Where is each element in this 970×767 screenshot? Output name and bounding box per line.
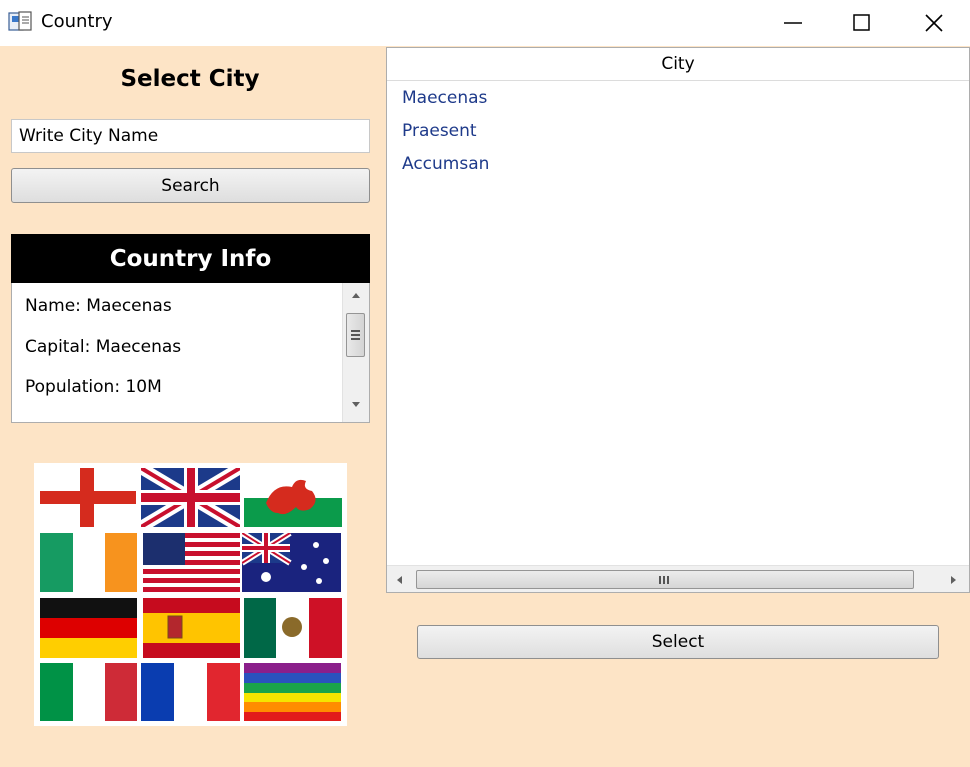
city-name-input[interactable]	[11, 119, 370, 153]
ireland-flag	[40, 533, 137, 592]
maximize-icon	[853, 14, 870, 31]
list-horizontal-scrollbar[interactable]	[387, 565, 969, 592]
england-flag	[40, 468, 136, 527]
australia-flag	[242, 533, 341, 592]
flags-collage-image	[34, 463, 347, 726]
country-info-panel: Name: Maecenas Capital: Maecenas Populat…	[11, 283, 370, 423]
rainbow-flag	[244, 663, 341, 721]
country-info-header: Country Info	[11, 234, 370, 283]
app-icon	[8, 11, 32, 33]
city-list-item[interactable]: Praesent	[402, 121, 477, 141]
scrollbar-thumb[interactable]	[346, 313, 365, 357]
minimize-icon	[784, 22, 802, 24]
country-capital-text: Capital: Maecenas	[25, 337, 182, 357]
country-population-text: Population: 10M	[25, 377, 162, 397]
mexico-flag	[244, 598, 342, 658]
country-name-text: Name: Maecenas	[25, 296, 172, 316]
usa-flag	[143, 533, 240, 592]
france-flag	[141, 663, 240, 721]
close-button[interactable]	[904, 0, 964, 46]
scroll-right-arrow-icon[interactable]	[950, 575, 957, 585]
city-list[interactable]: City Maecenas Praesent Accumsan	[386, 47, 970, 593]
select-city-heading: Select City	[120, 66, 260, 92]
scroll-left-arrow-icon[interactable]	[396, 575, 403, 585]
window-title: Country	[41, 11, 113, 32]
search-button[interactable]: Search	[11, 168, 370, 203]
scrollbar-thumb[interactable]	[416, 570, 914, 589]
uk-flag	[141, 468, 240, 527]
city-column-header[interactable]: City	[387, 48, 969, 81]
city-list-item[interactable]: Accumsan	[402, 154, 489, 174]
city-list-item[interactable]: Maecenas	[402, 88, 487, 108]
window-client-area: Select City Search Country Info Name: Ma…	[0, 46, 970, 767]
spain-flag	[143, 598, 240, 658]
info-vertical-scrollbar[interactable]	[342, 283, 369, 422]
germany-flag	[40, 598, 137, 658]
select-button[interactable]: Select	[417, 625, 939, 659]
title-bar: Country	[0, 0, 970, 46]
wales-flag	[244, 468, 342, 527]
close-icon	[925, 14, 943, 32]
minimize-button[interactable]	[763, 0, 823, 46]
scroll-down-arrow-icon[interactable]	[351, 401, 361, 408]
maximize-button[interactable]	[832, 0, 892, 46]
italy-flag	[40, 663, 137, 721]
scroll-up-arrow-icon[interactable]	[351, 292, 361, 299]
